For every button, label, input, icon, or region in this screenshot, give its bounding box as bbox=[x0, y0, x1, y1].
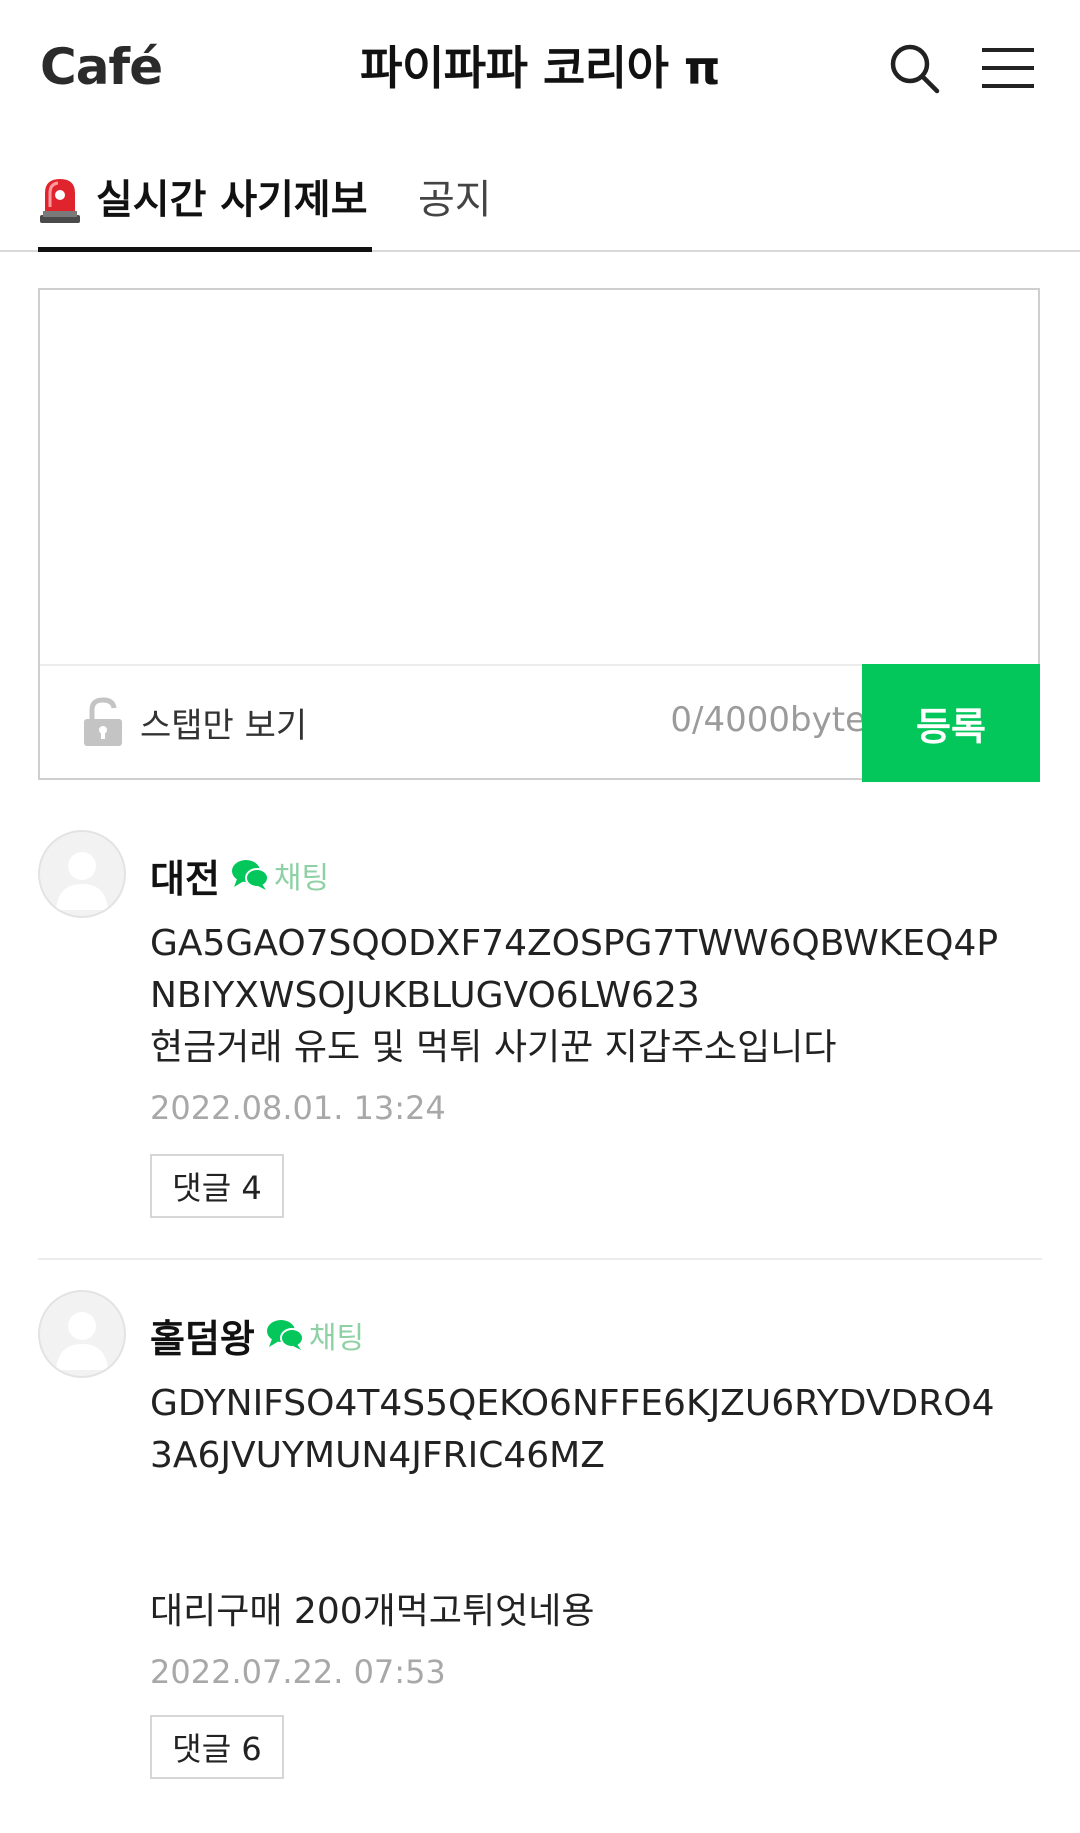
comment-date: 2022.07.22. 07:53 bbox=[150, 1653, 446, 1691]
app-header: Café 파이파파 코리아 π bbox=[0, 0, 1080, 135]
tab-label: 실시간 사기제보 bbox=[96, 177, 368, 223]
default-avatar-icon bbox=[56, 852, 108, 910]
avatar[interactable] bbox=[38, 1290, 126, 1378]
tab-notice[interactable]: 공지 bbox=[418, 150, 492, 250]
tab-realtime-fraud-report[interactable]: 실시간 사기제보 bbox=[38, 150, 372, 252]
staff-only-label: 스탭만 보기 bbox=[140, 705, 308, 746]
comment-compose-box: 스탭만 보기 0/4000byte 등록 bbox=[38, 288, 1040, 782]
chat-label: 채팅 bbox=[273, 861, 330, 896]
compose-footer: 스탭만 보기 0/4000byte 등록 bbox=[40, 664, 1040, 782]
menu-button[interactable] bbox=[976, 36, 1040, 100]
hamburger-menu-icon bbox=[982, 48, 1034, 88]
tab-label: 공지 bbox=[418, 177, 492, 223]
search-button[interactable] bbox=[882, 36, 946, 100]
comment-date: 2022.08.01. 13:24 bbox=[150, 1089, 446, 1127]
chat-bubble-icon bbox=[266, 1320, 304, 1350]
chat-label: 채팅 bbox=[308, 1321, 365, 1356]
comment-item: 대전 채팅 GA5GAO7SQODXF74ZOSPG7TWW6QBWKEQ4P … bbox=[38, 830, 1042, 1260]
board-tabs: 실시간 사기제보 공지 bbox=[0, 150, 1080, 252]
comment-body: GDYNIFSO4T4S5QEKO6NFFE6KJZU6RYDVDRO4 3A6… bbox=[150, 1383, 995, 1632]
avatar[interactable] bbox=[38, 830, 126, 918]
search-icon bbox=[890, 44, 940, 94]
comment-body: GA5GAO7SQODXF74ZOSPG7TWW6QBWKEQ4P NBIYXW… bbox=[150, 923, 999, 1068]
reply-count-button[interactable]: 댓글 4 bbox=[150, 1154, 284, 1218]
submit-button[interactable]: 등록 bbox=[862, 664, 1040, 782]
chat-link[interactable]: 채팅 bbox=[265, 1313, 364, 1357]
chat-link[interactable]: 채팅 bbox=[230, 853, 329, 897]
comment-input[interactable] bbox=[40, 290, 1038, 664]
author-name[interactable]: 홀덤왕 bbox=[150, 1308, 255, 1363]
byte-counter: 0/4000byte bbox=[670, 700, 866, 740]
default-avatar-icon bbox=[56, 1312, 108, 1370]
author-row: 홀덤왕 채팅 bbox=[150, 1308, 364, 1363]
staff-only-toggle[interactable]: 스탭만 보기 bbox=[82, 694, 307, 750]
comment-item: 홀덤왕 채팅 GDYNIFSO4T4S5QEKO6NFFE6KJZU6RYDVD… bbox=[38, 1290, 1042, 1790]
siren-icon bbox=[40, 179, 80, 223]
chat-bubble-icon bbox=[231, 860, 269, 890]
reply-count-button[interactable]: 댓글 6 bbox=[150, 1715, 284, 1779]
author-name[interactable]: 대전 bbox=[150, 848, 220, 903]
unlock-icon bbox=[84, 697, 122, 746]
author-row: 대전 채팅 bbox=[150, 848, 329, 903]
